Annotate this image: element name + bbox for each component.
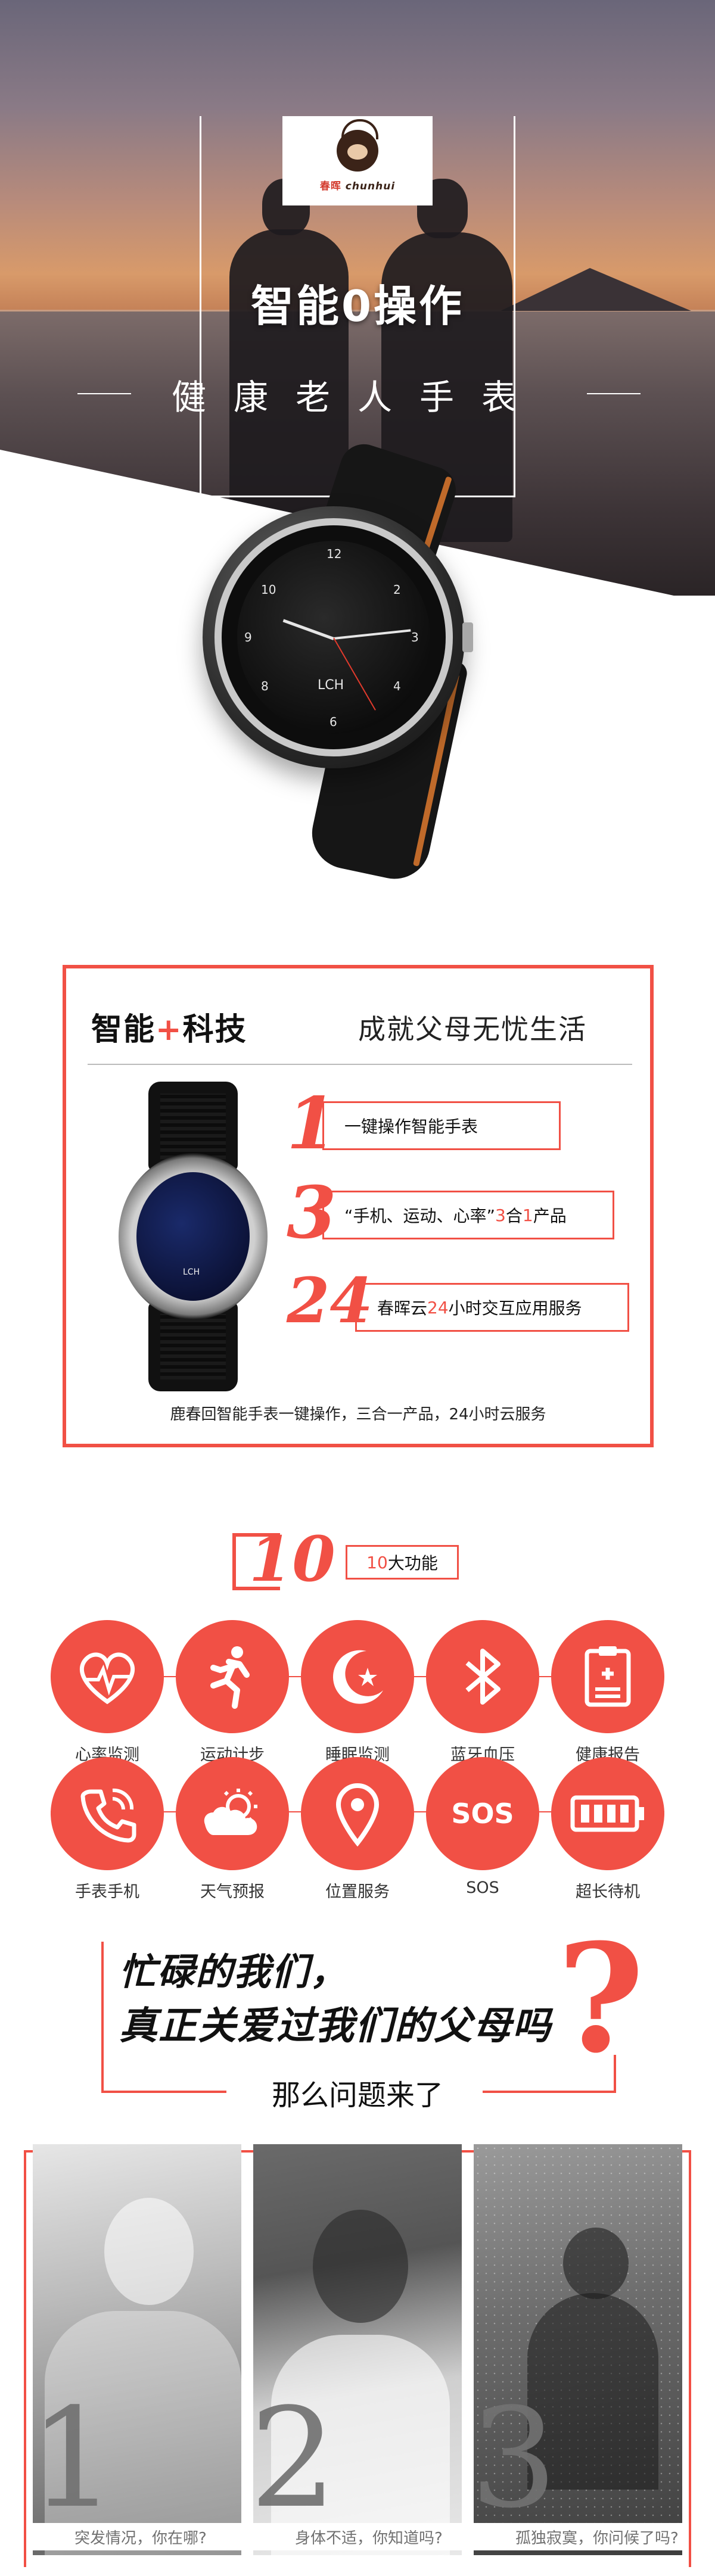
feature-highlight: 3 [495,1205,506,1225]
function-item: 天气预报 [176,1757,289,1902]
feature-text: 春晖云 [377,1298,428,1318]
function-label: SOS [466,1879,499,1897]
function-label: 位置服务 [325,1883,390,1901]
question-line-1: 忙碌的我们， [119,1950,349,1993]
hour-hand [282,619,334,640]
question-mark-icon: ? [557,1911,645,2086]
brand-name-cn: 春晖 [319,180,341,192]
frame-line [101,1942,104,2091]
photo-elderly-chest-pain: 1 突发情况，你在哪? [33,2144,241,2555]
sos-icon-text: SOS [451,1798,514,1830]
second-hand [333,637,376,711]
problem-caption: 身体不适，你知道吗? [253,2523,462,2550]
feature-label: 一键操作智能手表 [322,1101,561,1150]
tech-title-left: 智能 [91,1012,156,1048]
tech-title: 智能+科技 [91,1004,247,1049]
feature-label: “手机、运动、心率” 3 合 1 产品 [322,1191,614,1239]
watch-case: LCH [119,1153,268,1320]
function-label: 超长待机 [576,1883,640,1901]
watch-crown [462,622,473,652]
minute-hand [333,629,411,640]
brand-name-en: chunhui [345,180,396,192]
watch-case: 12 3 6 9 10 2 4 8 LCH [203,506,465,768]
deer-logo-icon [337,119,378,172]
problem-number: 3 [474,2379,558,2538]
feature-text: 合 [505,1206,523,1226]
functions-grid: 心率监测 运动计步 睡眠监测 蓝牙血压 健康报告 手表手机 天气预报 位置服务 … [51,1620,664,1902]
watch-bezel: 12 3 6 9 10 2 4 8 LCH [214,518,453,756]
functions-label-text: 大功能 [387,1553,438,1573]
function-item: 睡眠监测 [301,1620,414,1765]
problem-photos: 1 突发情况，你在哪? 2 身体不适，你知道吗? 3 孤独寂寞，你问候了吗? [0,2120,715,2576]
tech-slogan: 成就父母无忧生活 [358,1013,587,1045]
functions-label-number: 10 [366,1552,388,1572]
plus-icon: + [156,1012,183,1048]
feature-text: 产品 [533,1206,567,1226]
photo-elderly-headache: 2 身体不适，你知道吗? [253,2144,462,2555]
photo-lonely-elder-in-snow: 3 孤独寂寞，你问候了吗? [474,2144,682,2555]
feature-highlight: 1 [522,1205,533,1225]
hero-title: 智能0操作 [250,281,465,331]
brand-logo: 春晖 chunhui [282,116,433,205]
function-item: 超长待机 [551,1757,664,1902]
function-item: 运动计步 [176,1620,289,1765]
functions-heading: 10 10 大功能 [232,1522,483,1596]
heart-rate-icon [51,1620,164,1733]
function-item: 健康报告 [551,1620,664,1765]
functions-label: 10 大功能 [346,1545,459,1580]
watch-dial-brand: LCH [183,1267,200,1277]
function-item: 蓝牙血压 [426,1620,539,1765]
problem-caption: 孤独寂寞，你问候了吗? [474,2523,682,2550]
watch-dial-brand: LCH [318,678,344,693]
photo-figure-head [104,2198,194,2305]
tech-watch-image: LCH [119,1082,268,1391]
photo-figure-head [563,2228,629,2299]
problem-number: 2 [253,2379,337,2538]
question-subtitle: 那么问题来了 [271,2079,443,2112]
function-item: SOS SOS [426,1757,539,1897]
feature-label: 春晖云 24 小时交互应用服务 [355,1283,629,1332]
running-icon [176,1620,289,1733]
function-item: 手表手机 [51,1757,164,1902]
question-section: 忙碌的我们， 真正关爱过我们的父母吗 ? 那么问题来了 [0,1924,715,2150]
tech-section: 智能+科技 成就父母无忧生活 LCH 1 一键操作智能手表 3 “手机、运动、心… [63,965,654,1447]
function-item: 位置服务 [301,1757,414,1902]
hero-watch-image: 12 3 6 9 10 2 4 8 LCH [179,438,548,905]
hero-subtitle: 健康老人手表 [171,377,543,418]
battery-icon [551,1757,664,1870]
question-line-2: 真正关爱过我们的父母吗 [119,2004,552,2048]
tech-caption: 鹿春回智能手表一键操作，三合一产品，24小时云服务 [170,1406,546,1424]
hero-subtitle-rule-right [587,393,641,394]
feature-text: 小时交互应用服务 [448,1298,582,1318]
problem-number: 1 [33,2379,117,2538]
phone-icon [51,1757,164,1870]
tech-title-right: 科技 [182,1012,247,1048]
functions-count: 10 [249,1522,335,1596]
feature-text: 一键操作智能手表 [344,1117,478,1136]
product-page: 春晖 chunhui 智能0操作 健康老人手表 12 3 6 9 10 2 4 [0,0,715,2576]
watch-dial: LCH [136,1172,250,1301]
brand-name: 春晖 chunhui [320,177,395,192]
problem-caption: 突发情况，你在哪? [33,2523,241,2550]
function-label: 天气预报 [200,1883,265,1901]
photo-figure-head [313,2210,408,2323]
feature-highlight: 24 [427,1297,449,1317]
bluetooth-icon [426,1620,539,1733]
function-item: 心率监测 [51,1620,164,1765]
function-label: 手表手机 [75,1883,139,1901]
divider [88,1064,632,1065]
moon-star-icon [301,1620,414,1733]
sos-icon: SOS [426,1757,539,1870]
report-icon [551,1620,664,1733]
feature-text: “手机、运动、心率” [344,1206,496,1226]
watch-dial: 12 3 6 9 10 2 4 8 LCH [237,541,430,734]
location-pin-icon [301,1757,414,1870]
weather-icon [176,1757,289,1870]
